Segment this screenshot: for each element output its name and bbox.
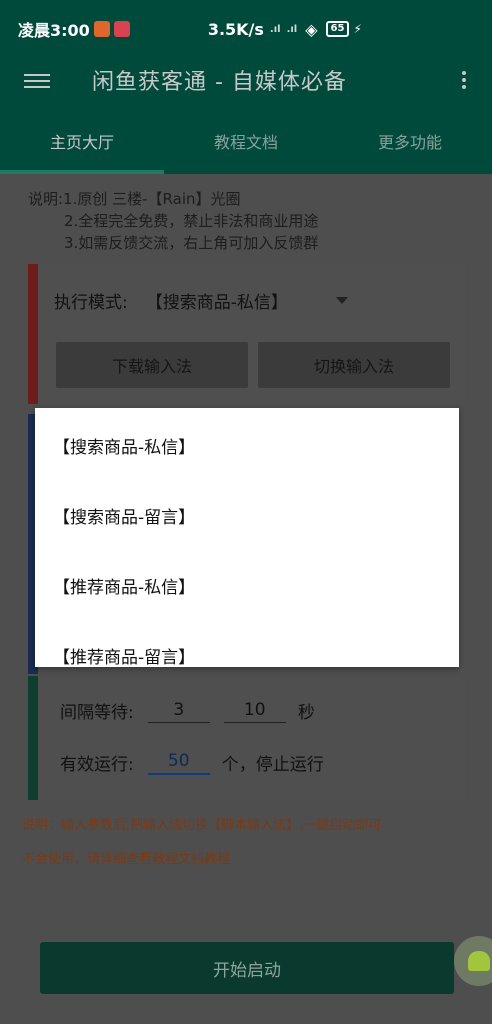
run-suffix: 个，停止运行 — [221, 755, 324, 775]
card-accent-bar — [28, 676, 38, 800]
app-notification-icon — [113, 21, 130, 37]
menu-icon[interactable] — [24, 70, 50, 92]
status-time: 凌晨3:00 — [18, 21, 90, 40]
download-ime-button[interactable]: 下载输入法 — [56, 342, 248, 388]
warning-text-2: 不会使用，请详细查看教程文档教程 — [22, 852, 231, 867]
android-icon — [468, 951, 490, 971]
note-line-3: 3.如需反馈交流，右上角可加入反馈群 — [64, 234, 319, 252]
notes: 说明:1.原创 三楼-【Rain】光圈 2.全程完全免费，禁止非法和商业用途 3… — [28, 188, 318, 254]
mode-value[interactable]: 【搜索商品-私信】 — [146, 288, 288, 313]
card-accent-bar — [28, 264, 38, 404]
dropdown-option-search-comment[interactable]: 【搜索商品-留言】 — [35, 488, 459, 548]
interval-row: 间隔等待: 3 10 秒 — [60, 698, 315, 723]
wifi-icon: ◈ — [305, 19, 318, 39]
warning-text-1: 说明：输入参数后,把输入法切换【脚本输入法】,一键启动即可 — [22, 818, 382, 833]
dropdown-option-search-message[interactable]: 【搜索商品-私信】 — [35, 418, 459, 478]
run-label: 有效运行: — [60, 755, 134, 775]
weibo-icon — [93, 21, 110, 37]
switch-ime-button[interactable]: 切换输入法 — [258, 342, 450, 388]
app-bar: 闲鱼获客通 - 自媒体必备 — [0, 58, 492, 116]
app-title: 闲鱼获客通 - 自媒体必备 — [92, 70, 347, 95]
floating-android-icon[interactable] — [454, 936, 492, 986]
start-button[interactable]: 开始启动 — [40, 942, 454, 994]
charging-icon: ⚡ — [353, 22, 362, 36]
mode-label: 执行模式: — [54, 293, 128, 313]
signal-icon-2: .ıl — [286, 23, 298, 35]
dropdown-option-recommend-comment[interactable]: 【推荐商品-留言】 — [35, 628, 459, 688]
dropdown-arrow-icon[interactable] — [335, 297, 348, 304]
note-line-1: 说明:1.原创 三楼-【Rain】光圈 — [28, 190, 241, 208]
dropdown-option-recommend-message[interactable]: 【推荐商品-私信】 — [35, 558, 459, 618]
note-line-2: 2.全程完全免费，禁止非法和商业用途 — [64, 212, 319, 230]
tab-tutorial[interactable]: 教程文档 — [164, 116, 328, 174]
interval-label: 间隔等待: — [60, 703, 134, 723]
status-bar: 凌晨3:00 3.5K/s .ıl .ıl ◈ 65 ⚡ — [0, 0, 492, 58]
net-speed: 3.5K/s — [207, 19, 264, 39]
mode-card: 执行模式: 【搜索商品-私信】 下载输入法 切换输入法 — [28, 264, 466, 404]
run-row: 有效运行: 50 个，停止运行 — [60, 750, 324, 775]
mode-selector[interactable]: 执行模式: 【搜索商品-私信】 — [54, 288, 348, 313]
battery-icon: 65 — [325, 21, 350, 37]
interval-min-input[interactable]: 3 — [147, 700, 210, 723]
tab-bar: 主页大厅 教程文档 更多功能 — [0, 116, 492, 174]
signal-icon: .ıl — [269, 23, 281, 35]
interval-unit: 秒 — [297, 703, 315, 723]
params-card: 间隔等待: 3 10 秒 有效运行: 50 个，停止运行 — [28, 676, 466, 800]
mode-dropdown-menu: 【搜索商品-私信】 【搜索商品-留言】 【推荐商品-私信】 【推荐商品-留言】 — [35, 408, 459, 668]
tab-more[interactable]: 更多功能 — [328, 116, 492, 174]
run-count-input[interactable]: 50 — [147, 751, 210, 775]
interval-max-input[interactable]: 10 — [223, 700, 286, 723]
tab-home[interactable]: 主页大厅 — [0, 116, 164, 174]
more-options-icon[interactable] — [462, 68, 468, 92]
